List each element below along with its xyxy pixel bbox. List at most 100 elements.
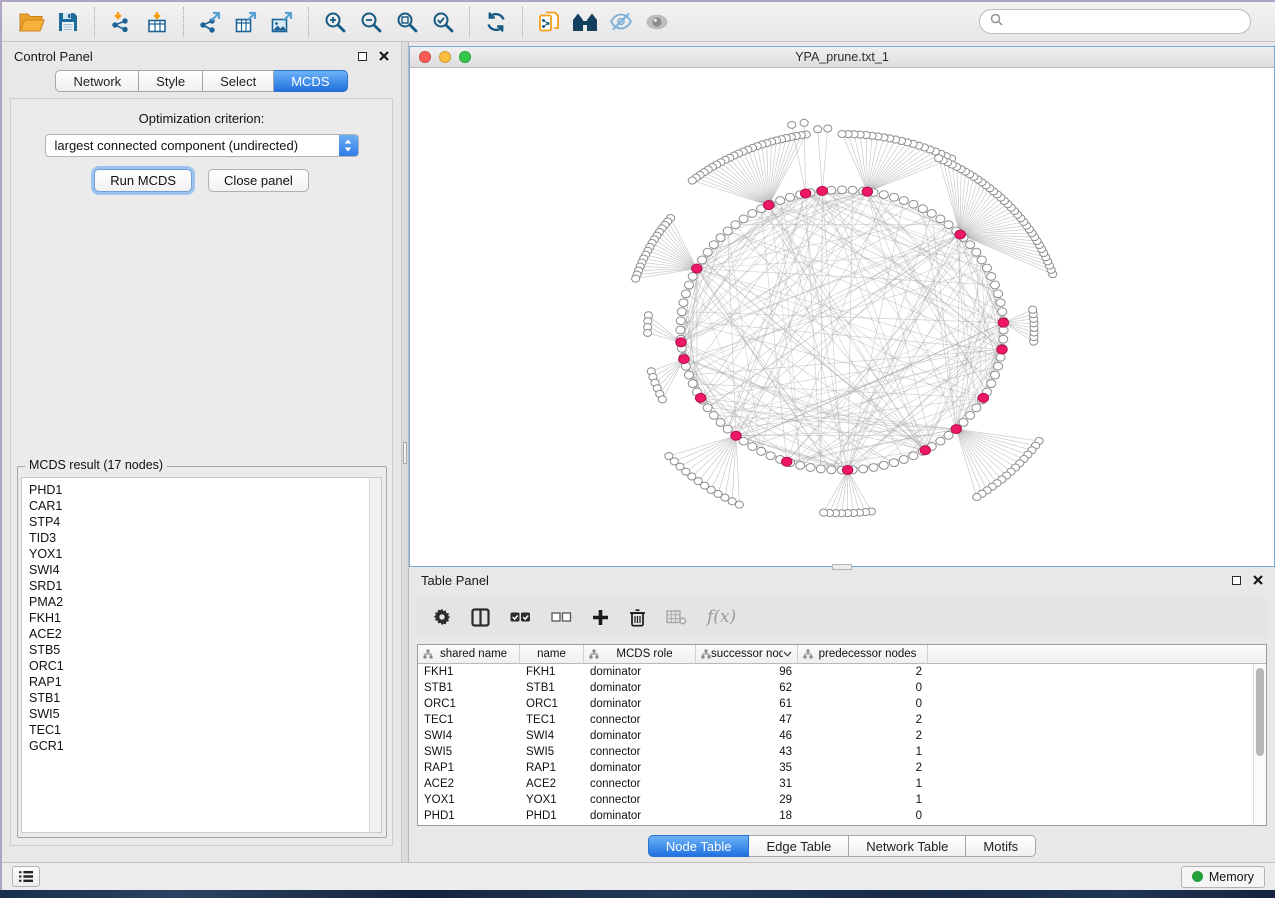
- network-node[interactable]: [973, 493, 981, 500]
- search-field[interactable]: [979, 9, 1251, 34]
- mcds-dominator-node[interactable]: [800, 189, 810, 198]
- zoom-in-button[interactable]: [317, 6, 353, 38]
- column-header-successor-nodes[interactable]: successor nodes: [696, 645, 798, 664]
- tab-style[interactable]: Style: [139, 70, 203, 92]
- mcds-dominator-node[interactable]: [731, 431, 741, 440]
- network-node[interactable]: [859, 465, 868, 473]
- network-node[interactable]: [987, 272, 996, 280]
- show-hide-columns-button[interactable]: [471, 604, 490, 630]
- table-row[interactable]: YOX1YOX1connector291: [418, 792, 1253, 808]
- mcds-dominator-node[interactable]: [920, 446, 930, 455]
- table-tab-motifs[interactable]: Motifs: [966, 835, 1036, 857]
- network-node[interactable]: [936, 215, 945, 223]
- task-history-button[interactable]: [12, 866, 40, 887]
- network-node[interactable]: [748, 443, 757, 451]
- horizontal-splitter-handle[interactable]: [832, 564, 852, 570]
- network-node[interactable]: [972, 404, 981, 412]
- mcds-result-item[interactable]: YOX1: [29, 546, 369, 562]
- mcds-dominator-node[interactable]: [692, 264, 702, 273]
- mcds-result-item[interactable]: FKH1: [29, 610, 369, 626]
- mcds-result-item[interactable]: SRD1: [29, 578, 369, 594]
- network-node[interactable]: [889, 193, 898, 201]
- table-row[interactable]: SWI4SWI4dominator462: [418, 728, 1253, 744]
- network-node[interactable]: [716, 234, 725, 242]
- network-node[interactable]: [665, 453, 673, 460]
- network-node[interactable]: [824, 125, 832, 132]
- table-row[interactable]: FKH1FKH1dominator962: [418, 664, 1253, 680]
- mcds-result-item[interactable]: RAP1: [29, 674, 369, 690]
- network-node[interactable]: [723, 227, 732, 235]
- network-node[interactable]: [869, 464, 878, 472]
- network-node[interactable]: [658, 396, 666, 403]
- import-table-button[interactable]: [139, 6, 175, 38]
- network-node[interactable]: [990, 371, 999, 379]
- window-minimize-button[interactable]: [439, 51, 451, 63]
- table-row[interactable]: ORC1ORC1dominator610: [418, 696, 1253, 712]
- table-row[interactable]: RAP1RAP1dominator352: [418, 760, 1253, 776]
- network-node[interactable]: [977, 256, 986, 264]
- network-node[interactable]: [788, 121, 796, 128]
- zoom-out-button[interactable]: [353, 6, 389, 38]
- network-node[interactable]: [723, 425, 732, 433]
- zoom-selected-button[interactable]: [425, 6, 461, 38]
- network-node[interactable]: [909, 200, 918, 208]
- network-node[interactable]: [816, 465, 825, 473]
- network-node[interactable]: [879, 191, 888, 199]
- table-row[interactable]: PHD1PHD1dominator180: [418, 808, 1253, 824]
- mcds-dominator-node[interactable]: [978, 393, 988, 402]
- network-node[interactable]: [698, 256, 707, 264]
- add-column-button[interactable]: [592, 604, 609, 630]
- mcds-dominator-node[interactable]: [998, 318, 1008, 327]
- network-node[interactable]: [644, 329, 652, 336]
- network-node[interactable]: [709, 241, 718, 249]
- network-node[interactable]: [748, 210, 757, 218]
- network-node[interactable]: [688, 380, 697, 388]
- mcds-result-item[interactable]: CAR1: [29, 498, 369, 514]
- table-tab-edge-table[interactable]: Edge Table: [749, 835, 849, 857]
- network-node[interactable]: [681, 290, 690, 298]
- table-scrollbar-thumb[interactable]: [1256, 668, 1264, 756]
- network-node[interactable]: [796, 461, 805, 469]
- network-node[interactable]: [688, 272, 697, 280]
- mcds-dominator-node[interactable]: [955, 230, 965, 239]
- first-neighbors-button[interactable]: [567, 6, 603, 38]
- mcds-dominator-node[interactable]: [676, 338, 686, 347]
- network-node[interactable]: [966, 411, 975, 419]
- mcds-dominator-node[interactable]: [679, 355, 689, 364]
- optimization-criterion-select[interactable]: largest connected component (undirected): [45, 134, 359, 157]
- mcds-dominator-node[interactable]: [862, 187, 872, 196]
- mcds-result-item[interactable]: STP4: [29, 514, 369, 530]
- network-node[interactable]: [899, 456, 908, 464]
- mcds-dominator-node[interactable]: [951, 425, 961, 434]
- network-node[interactable]: [703, 248, 712, 256]
- table-panel-float-button[interactable]: [1232, 576, 1241, 585]
- table-tab-node-table[interactable]: Node Table: [648, 835, 750, 857]
- run-mcds-button[interactable]: Run MCDS: [94, 169, 192, 192]
- network-node[interactable]: [999, 335, 1008, 343]
- mcds-result-item[interactable]: PHD1: [29, 482, 369, 498]
- network-node[interactable]: [966, 241, 975, 249]
- network-node[interactable]: [879, 461, 888, 469]
- mcds-result-item[interactable]: STB1: [29, 690, 369, 706]
- table-scrollbar[interactable]: [1253, 664, 1266, 825]
- mcds-dominator-node[interactable]: [817, 186, 827, 195]
- network-node[interactable]: [889, 459, 898, 467]
- network-node[interactable]: [982, 264, 991, 272]
- network-node[interactable]: [837, 186, 846, 194]
- network-node[interactable]: [806, 464, 815, 472]
- panel-splitter[interactable]: [401, 42, 409, 862]
- mcds-result-item[interactable]: GCR1: [29, 738, 369, 754]
- network-node[interactable]: [1029, 306, 1037, 313]
- network-graph[interactable]: [410, 68, 1274, 565]
- mcds-dominator-node[interactable]: [842, 466, 852, 475]
- mcds-dominator-node[interactable]: [763, 201, 773, 210]
- network-node[interactable]: [827, 466, 836, 474]
- network-node[interactable]: [827, 186, 836, 194]
- zoom-fit-button[interactable]: [389, 6, 425, 38]
- hide-selected-button[interactable]: [603, 6, 639, 38]
- network-node[interactable]: [909, 452, 918, 460]
- table-row[interactable]: TEC1TEC1connector472: [418, 712, 1253, 728]
- network-node[interactable]: [944, 431, 953, 439]
- mcds-result-item[interactable]: PMA2: [29, 594, 369, 610]
- network-node[interactable]: [944, 221, 953, 229]
